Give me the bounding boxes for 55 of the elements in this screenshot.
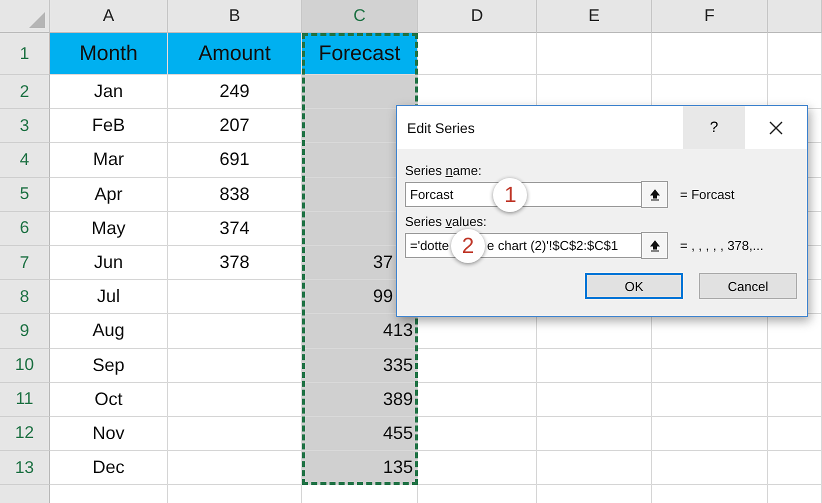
row-header[interactable]: 10 — [0, 348, 50, 383]
help-button[interactable]: ? — [683, 106, 745, 149]
row-header[interactable]: 13 — [0, 451, 50, 486]
row-header[interactable]: 5 — [0, 178, 50, 212]
table-cell: Nov — [50, 416, 168, 452]
row-header[interactable]: 7 — [0, 246, 50, 280]
column-header[interactable]: A — [50, 0, 168, 33]
row-header[interactable]: 3 — [0, 109, 50, 144]
table-cell: Jan — [50, 75, 168, 110]
row-header[interactable]: 4 — [0, 143, 50, 178]
table-cell: 335 — [302, 348, 418, 383]
row-header[interactable]: 11 — [0, 382, 50, 417]
table-cell: Oct — [50, 382, 168, 417]
table-cell: 207 — [168, 109, 302, 144]
column-header[interactable]: F — [652, 0, 768, 33]
header-cell: Month — [50, 33, 168, 75]
series-name-label: Series name: — [405, 163, 483, 178]
table-cell: Dec — [50, 451, 168, 486]
header-cell: Amount — [168, 33, 302, 75]
step-marker: 1 — [493, 178, 528, 212]
table-cell: 691 — [168, 143, 302, 178]
table-cell: 249 — [168, 75, 302, 110]
row-header[interactable]: 6 — [0, 212, 50, 246]
row-header[interactable]: 2 — [0, 75, 50, 110]
table-cell: 378 — [168, 246, 302, 280]
table-cell: FeB — [50, 109, 168, 144]
column-header[interactable]: B — [168, 0, 302, 33]
series-name-preview: = Forcast — [680, 187, 735, 202]
table-cell: Sep — [50, 348, 168, 383]
table-cell: 374 — [168, 212, 302, 246]
series-values-preview: = , , , , , 378,... — [680, 238, 764, 253]
series-values-label: Series values: — [405, 214, 488, 229]
table-cell: 455 — [302, 416, 418, 452]
row-header[interactable]: 12 — [0, 416, 50, 452]
table-cell: May — [50, 212, 168, 246]
row-header[interactable]: 1 — [0, 33, 50, 75]
table-cell: 389 — [302, 382, 418, 417]
header-cell: Forecast — [302, 33, 418, 75]
table-cell: Aug — [50, 314, 168, 348]
dialog-title: Edit Series — [406, 120, 476, 136]
row-header[interactable]: 9 — [0, 314, 50, 348]
column-header[interactable]: E — [537, 0, 652, 33]
table-cell: 838 — [168, 178, 302, 212]
cancel-button[interactable]: Cancel — [699, 273, 797, 299]
ok-button[interactable]: OK — [585, 273, 683, 299]
column-header[interactable]: D — [418, 0, 537, 33]
step-marker: 2 — [451, 228, 485, 262]
column-header[interactable]: C — [302, 0, 418, 33]
table-cell: Jul — [50, 280, 168, 314]
table-cell: 413 — [302, 314, 418, 348]
table-cell: Jun — [50, 246, 168, 280]
table-cell: Apr — [50, 178, 168, 212]
table-cell: Mar — [50, 143, 168, 178]
table-cell: 135 — [302, 451, 418, 486]
row-header[interactable]: 8 — [0, 280, 50, 314]
